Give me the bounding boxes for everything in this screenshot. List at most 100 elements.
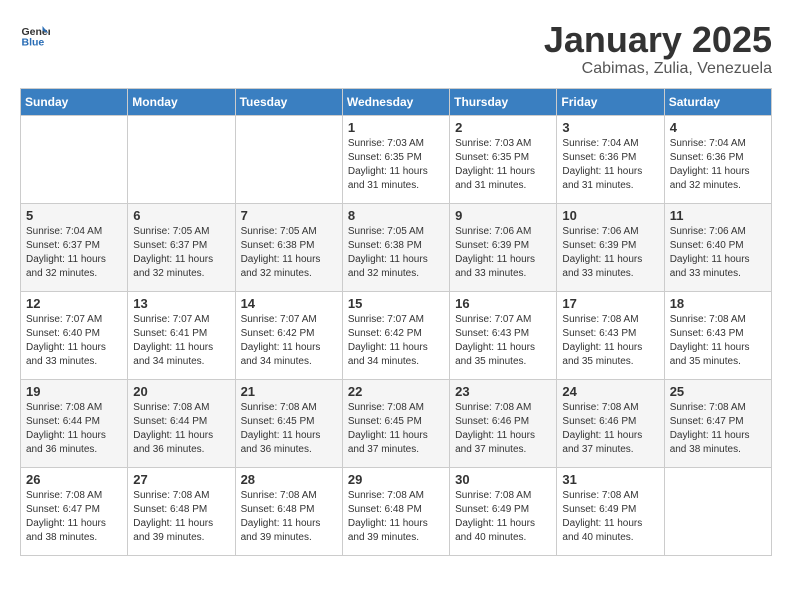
day-number: 21 — [241, 384, 337, 399]
day-number: 6 — [133, 208, 229, 223]
calendar-cell: 8 Sunrise: 7:05 AM Sunset: 6:38 PM Daylig… — [342, 203, 449, 291]
calendar-cell: 22 Sunrise: 7:08 AM Sunset: 6:45 PM Dayli… — [342, 379, 449, 467]
header-monday: Monday — [128, 88, 235, 115]
calendar-cell: 7Sunrise: 7:05 AM Sunset: 6:38 PM Daylig… — [235, 203, 342, 291]
calendar-cell: 16Sunrise: 7:07 AM Sunset: 6:43 PM Dayli… — [450, 291, 557, 379]
cell-details: Sunrise: 7:08 AM Sunset: 6:48 PM Dayligh… — [348, 489, 444, 545]
header-row: SundayMondayTuesdayWednesdayThursdayFrid… — [21, 88, 772, 115]
calendar-table: SundayMondayTuesdayWednesdayThursdayFrid… — [20, 88, 772, 556]
day-number: 1 — [348, 120, 444, 135]
week-row-2: 5 Sunrise: 7:04 AM Sunset: 6:37 PM Daylig… — [21, 203, 772, 291]
cell-details: Sunrise: 7:06 AM Sunset: 6:39 PM Dayligh… — [455, 225, 551, 281]
calendar-cell: 18 Sunrise: 7:08 AM Sunset: 6:43 PM Dayli… — [664, 291, 771, 379]
day-number: 30 — [455, 472, 551, 487]
day-number: 12 — [26, 296, 122, 311]
calendar-cell: 28 Sunrise: 7:08 AM Sunset: 6:48 PM Dayli… — [235, 467, 342, 555]
svg-text:Blue: Blue — [22, 37, 45, 49]
day-number: 7 — [241, 208, 337, 223]
calendar-cell: 24Sunrise: 7:08 AM Sunset: 6:46 PM Dayli… — [557, 379, 664, 467]
day-number: 19 — [26, 384, 122, 399]
calendar-cell: 4Sunrise: 7:04 AM Sunset: 6:36 PM Daylig… — [664, 115, 771, 203]
calendar-cell: 30 Sunrise: 7:08 AM Sunset: 6:49 PM Dayli… — [450, 467, 557, 555]
day-number: 5 — [26, 208, 122, 223]
calendar-cell: 25Sunrise: 7:08 AM Sunset: 6:47 PM Dayli… — [664, 379, 771, 467]
cell-details: Sunrise: 7:04 AM Sunset: 6:36 PM Dayligh… — [670, 137, 766, 193]
calendar-cell: 17 Sunrise: 7:08 AM Sunset: 6:43 PM Dayli… — [557, 291, 664, 379]
day-number: 8 — [348, 208, 444, 223]
calendar-cell: 14Sunrise: 7:07 AM Sunset: 6:42 PM Dayli… — [235, 291, 342, 379]
calendar-cell: 20 Sunrise: 7:08 AM Sunset: 6:44 PM Dayli… — [128, 379, 235, 467]
day-number: 18 — [670, 296, 766, 311]
cell-details: Sunrise: 7:08 AM Sunset: 6:43 PM Dayligh… — [562, 313, 658, 369]
cell-details: Sunrise: 7:08 AM Sunset: 6:45 PM Dayligh… — [348, 401, 444, 457]
calendar-cell — [128, 115, 235, 203]
cell-details: Sunrise: 7:04 AM Sunset: 6:37 PM Dayligh… — [26, 225, 122, 281]
cell-details: Sunrise: 7:07 AM Sunset: 6:41 PM Dayligh… — [133, 313, 229, 369]
cell-details: Sunrise: 7:05 AM Sunset: 6:38 PM Dayligh… — [348, 225, 444, 281]
day-number: 26 — [26, 472, 122, 487]
week-row-3: 12 Sunrise: 7:07 AM Sunset: 6:40 PM Dayli… — [21, 291, 772, 379]
day-number: 27 — [133, 472, 229, 487]
week-row-1: 1 Sunrise: 7:03 AM Sunset: 6:35 PM Daylig… — [21, 115, 772, 203]
calendar-cell: 6 Sunrise: 7:05 AM Sunset: 6:37 PM Daylig… — [128, 203, 235, 291]
cell-details: Sunrise: 7:08 AM Sunset: 6:48 PM Dayligh… — [241, 489, 337, 545]
cell-details: Sunrise: 7:05 AM Sunset: 6:37 PM Dayligh… — [133, 225, 229, 281]
calendar-cell: 10 Sunrise: 7:06 AM Sunset: 6:39 PM Dayli… — [557, 203, 664, 291]
cell-details: Sunrise: 7:08 AM Sunset: 6:49 PM Dayligh… — [455, 489, 551, 545]
calendar-cell: 11 Sunrise: 7:06 AM Sunset: 6:40 PM Dayli… — [664, 203, 771, 291]
header-saturday: Saturday — [664, 88, 771, 115]
day-number: 24 — [562, 384, 658, 399]
calendar-cell: 5 Sunrise: 7:04 AM Sunset: 6:37 PM Daylig… — [21, 203, 128, 291]
cell-details: Sunrise: 7:08 AM Sunset: 6:47 PM Dayligh… — [26, 489, 122, 545]
calendar-cell: 29 Sunrise: 7:08 AM Sunset: 6:48 PM Dayli… — [342, 467, 449, 555]
cell-details: Sunrise: 7:08 AM Sunset: 6:47 PM Dayligh… — [670, 401, 766, 457]
calendar-cell: 1 Sunrise: 7:03 AM Sunset: 6:35 PM Daylig… — [342, 115, 449, 203]
month-year-title: January 2025 — [544, 20, 772, 60]
day-number: 2 — [455, 120, 551, 135]
cell-details: Sunrise: 7:08 AM Sunset: 6:44 PM Dayligh… — [133, 401, 229, 457]
cell-details: Sunrise: 7:06 AM Sunset: 6:40 PM Dayligh… — [670, 225, 766, 281]
day-number: 23 — [455, 384, 551, 399]
calendar-cell — [235, 115, 342, 203]
day-number: 9 — [455, 208, 551, 223]
calendar-cell: 3Sunrise: 7:04 AM Sunset: 6:36 PM Daylig… — [557, 115, 664, 203]
cell-details: Sunrise: 7:03 AM Sunset: 6:35 PM Dayligh… — [348, 137, 444, 193]
calendar-cell: 23 Sunrise: 7:08 AM Sunset: 6:46 PM Dayli… — [450, 379, 557, 467]
cell-details: Sunrise: 7:08 AM Sunset: 6:46 PM Dayligh… — [455, 401, 551, 457]
day-number: 29 — [348, 472, 444, 487]
day-number: 13 — [133, 296, 229, 311]
day-number: 11 — [670, 208, 766, 223]
header-wednesday: Wednesday — [342, 88, 449, 115]
cell-details: Sunrise: 7:06 AM Sunset: 6:39 PM Dayligh… — [562, 225, 658, 281]
cell-details: Sunrise: 7:08 AM Sunset: 6:49 PM Dayligh… — [562, 489, 658, 545]
calendar-cell: 12 Sunrise: 7:07 AM Sunset: 6:40 PM Dayli… — [21, 291, 128, 379]
header-friday: Friday — [557, 88, 664, 115]
cell-details: Sunrise: 7:07 AM Sunset: 6:42 PM Dayligh… — [348, 313, 444, 369]
cell-details: Sunrise: 7:07 AM Sunset: 6:40 PM Dayligh… — [26, 313, 122, 369]
calendar-cell: 21Sunrise: 7:08 AM Sunset: 6:45 PM Dayli… — [235, 379, 342, 467]
day-number: 20 — [133, 384, 229, 399]
calendar-cell: 26 Sunrise: 7:08 AM Sunset: 6:47 PM Dayli… — [21, 467, 128, 555]
cell-details: Sunrise: 7:08 AM Sunset: 6:48 PM Dayligh… — [133, 489, 229, 545]
cell-details: Sunrise: 7:07 AM Sunset: 6:42 PM Dayligh… — [241, 313, 337, 369]
day-number: 17 — [562, 296, 658, 311]
calendar-cell — [664, 467, 771, 555]
calendar-cell: 15 Sunrise: 7:07 AM Sunset: 6:42 PM Dayli… — [342, 291, 449, 379]
day-number: 10 — [562, 208, 658, 223]
day-number: 28 — [241, 472, 337, 487]
calendar-cell: 27 Sunrise: 7:08 AM Sunset: 6:48 PM Dayli… — [128, 467, 235, 555]
calendar-cell: 31Sunrise: 7:08 AM Sunset: 6:49 PM Dayli… — [557, 467, 664, 555]
title-block: January 2025 Cabimas, Zulia, Venezuela — [544, 20, 772, 78]
header-sunday: Sunday — [21, 88, 128, 115]
cell-details: Sunrise: 7:03 AM Sunset: 6:35 PM Dayligh… — [455, 137, 551, 193]
calendar-cell: 13 Sunrise: 7:07 AM Sunset: 6:41 PM Dayli… — [128, 291, 235, 379]
header-thursday: Thursday — [450, 88, 557, 115]
week-row-4: 19 Sunrise: 7:08 AM Sunset: 6:44 PM Dayli… — [21, 379, 772, 467]
cell-details: Sunrise: 7:04 AM Sunset: 6:36 PM Dayligh… — [562, 137, 658, 193]
day-number: 22 — [348, 384, 444, 399]
cell-details: Sunrise: 7:08 AM Sunset: 6:44 PM Dayligh… — [26, 401, 122, 457]
day-number: 15 — [348, 296, 444, 311]
calendar-cell: 2 Sunrise: 7:03 AM Sunset: 6:35 PM Daylig… — [450, 115, 557, 203]
cell-details: Sunrise: 7:08 AM Sunset: 6:43 PM Dayligh… — [670, 313, 766, 369]
calendar-cell: 9 Sunrise: 7:06 AM Sunset: 6:39 PM Daylig… — [450, 203, 557, 291]
